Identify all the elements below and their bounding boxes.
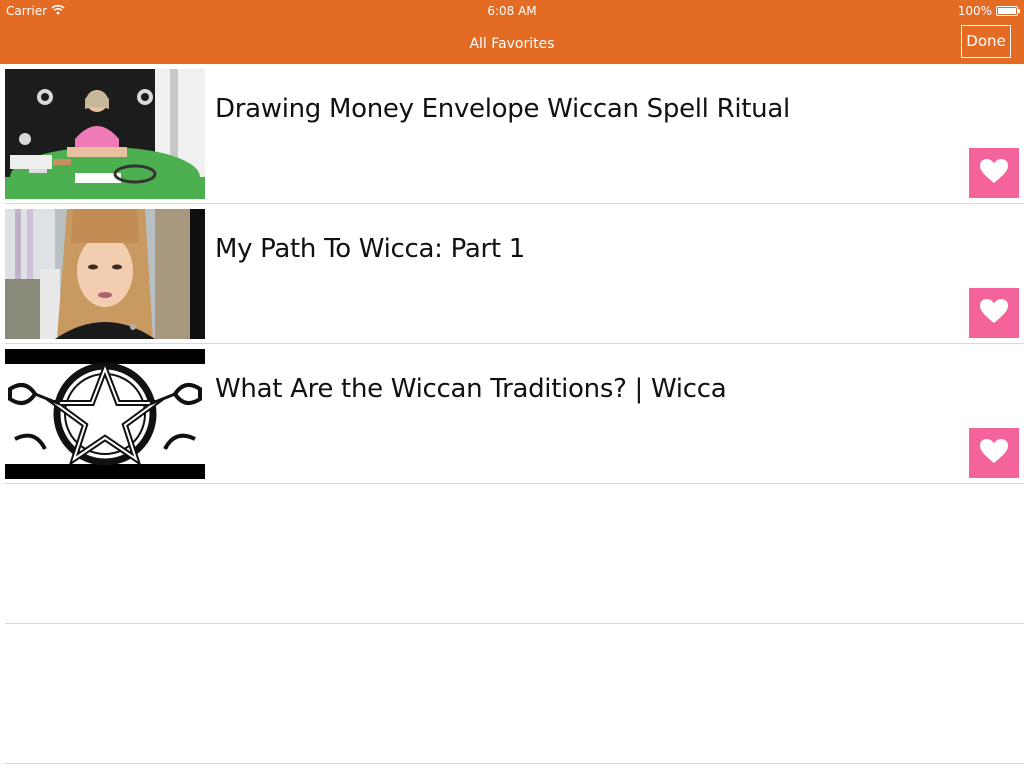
video-thumbnail[interactable] xyxy=(5,349,205,479)
favorite-button[interactable] xyxy=(969,288,1019,338)
video-title[interactable]: My Path To Wicca: Part 1 xyxy=(215,232,525,266)
favorite-button[interactable] xyxy=(969,428,1019,478)
favorites-list: Drawing Money Envelope Wiccan Spell Ritu… xyxy=(0,64,1024,764)
battery-icon xyxy=(996,6,1020,16)
favorite-button[interactable] xyxy=(969,148,1019,198)
video-title[interactable]: What Are the Wiccan Traditions? | Wicca xyxy=(215,372,727,406)
empty-row xyxy=(5,624,1024,764)
battery-percent: 100% xyxy=(957,4,992,18)
status-time: 6:08 AM xyxy=(487,4,537,18)
heart-icon xyxy=(979,158,1009,188)
heart-icon xyxy=(979,438,1009,468)
wifi-icon xyxy=(51,3,65,19)
video-thumbnail[interactable] xyxy=(5,209,205,339)
done-button[interactable]: Done xyxy=(961,25,1011,58)
status-right: 100% xyxy=(957,3,1020,19)
status-left: Carrier xyxy=(6,3,65,19)
video-title[interactable]: Drawing Money Envelope Wiccan Spell Ritu… xyxy=(215,92,790,126)
page-title: All Favorites xyxy=(469,36,555,52)
list-item[interactable]: What Are the Wiccan Traditions? | Wicca xyxy=(5,344,1024,484)
list-item[interactable]: My Path To Wicca: Part 1 xyxy=(5,204,1024,344)
heart-icon xyxy=(979,298,1009,328)
empty-row xyxy=(5,484,1024,624)
list-item[interactable]: Drawing Money Envelope Wiccan Spell Ritu… xyxy=(5,64,1024,204)
video-thumbnail[interactable] xyxy=(5,69,205,199)
navigation-bar: Carrier 6:08 AM 100% All Favorites Done xyxy=(0,0,1024,64)
carrier-label: Carrier xyxy=(6,4,48,18)
